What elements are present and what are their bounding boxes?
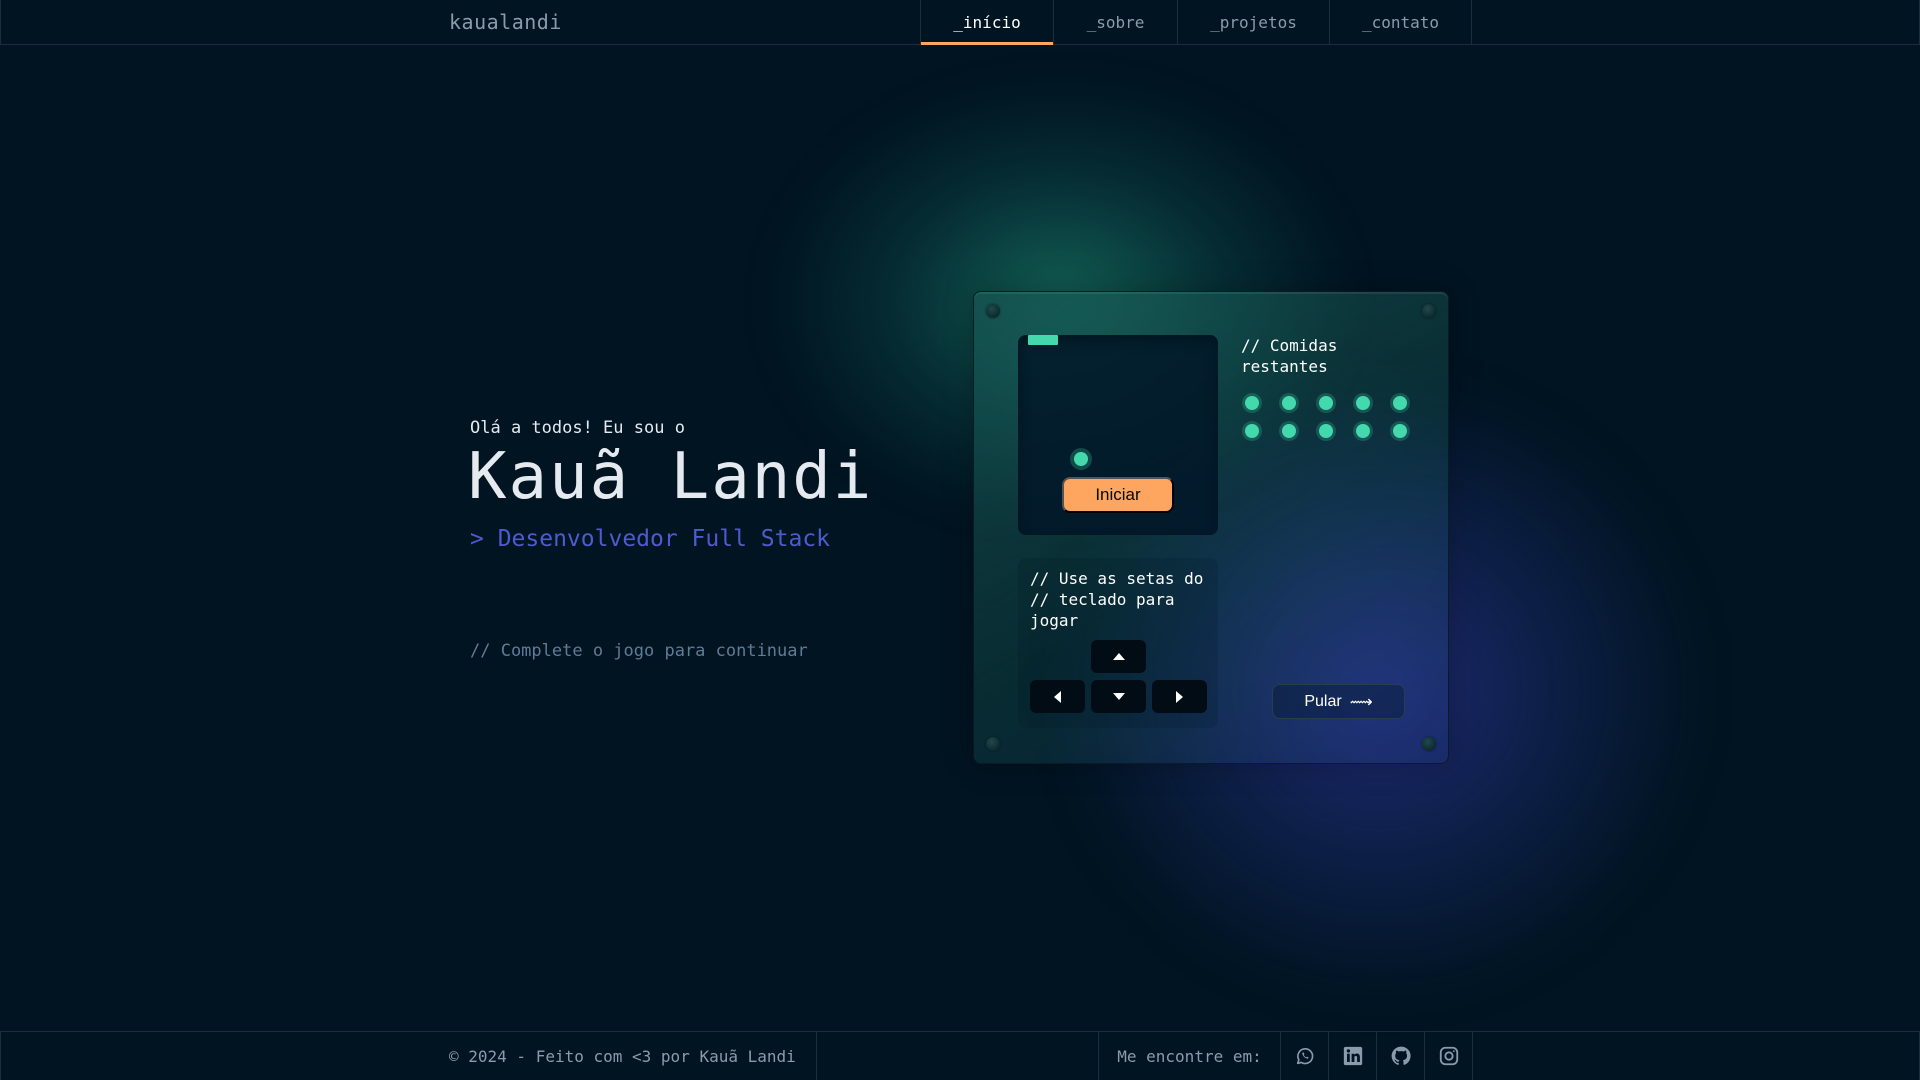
nav-tab-projetos[interactable]: _projetos: [1177, 0, 1329, 44]
screw-icon: [986, 737, 1000, 751]
squiggle-arrow-icon: ⟿: [1349, 693, 1373, 711]
food-item: [1282, 424, 1296, 438]
snake: [1028, 335, 1058, 345]
nav-tab-contato[interactable]: _contato: [1329, 0, 1472, 44]
linkedin-link[interactable]: [1329, 1032, 1377, 1080]
food-item: [1319, 424, 1333, 438]
food-item: [1245, 424, 1259, 438]
skip-button[interactable]: Pular ⟿: [1272, 684, 1405, 719]
github-link[interactable]: [1377, 1032, 1425, 1080]
food-item: [1393, 424, 1407, 438]
site-logo[interactable]: kaualandi: [449, 10, 562, 34]
screw-icon: [986, 304, 1000, 318]
food-item: [1393, 396, 1407, 410]
food-remaining-grid: [1245, 396, 1435, 438]
hero-name: Kauã Landi: [468, 440, 874, 514]
skip-label: Pular: [1304, 692, 1342, 710]
main-nav: _início _sobre _projetos _contato: [920, 0, 1472, 45]
food-dot: [1074, 452, 1088, 466]
hero-greeting: Olá a todos! Eu sou o: [470, 418, 685, 438]
instagram-link[interactable]: [1425, 1032, 1473, 1080]
snake-game-board: Iniciar // Use as setas do // teclado pa…: [973, 291, 1449, 764]
linkedin-icon: [1343, 1046, 1362, 1066]
arrow-right-key[interactable]: [1152, 680, 1207, 713]
screw-icon: [1422, 304, 1436, 318]
arrow-down-key[interactable]: [1091, 680, 1146, 713]
hero-hint: // Complete o jogo para continuar: [470, 641, 808, 661]
github-icon: [1391, 1046, 1411, 1065]
controls-instructions: // Use as setas do // teclado para jogar: [1030, 569, 1204, 630]
start-button[interactable]: Iniciar: [1062, 477, 1174, 513]
header: kaualandi _início _sobre _projetos _cont…: [0, 0, 1920, 45]
food-remaining-title: // Comidas restantes: [1241, 336, 1338, 376]
food-item: [1356, 424, 1370, 438]
food-item: [1319, 396, 1333, 410]
nav-tab-sobre[interactable]: _sobre: [1053, 0, 1177, 44]
footer: © 2024 - Feito com <3 por Kauã Landi Me …: [0, 1031, 1920, 1080]
arrow-right-icon: [1176, 690, 1183, 703]
arrow-down-icon: [1112, 693, 1125, 700]
arrow-up-key[interactable]: [1091, 640, 1146, 673]
social-links: [1281, 1032, 1473, 1080]
hero-role: > Desenvolvedor Full Stack: [470, 526, 831, 552]
whatsapp-link[interactable]: [1281, 1032, 1329, 1080]
social-label: Me encontre em:: [1098, 1032, 1281, 1080]
arrow-left-key[interactable]: [1030, 680, 1085, 713]
nav-tab-inicio[interactable]: _início: [920, 0, 1053, 45]
instagram-icon: [1439, 1046, 1458, 1066]
food-item: [1282, 396, 1296, 410]
controls-panel: // Use as setas do // teclado para jogar: [1018, 558, 1218, 728]
screw-icon: [1422, 737, 1436, 751]
food-item: [1356, 396, 1370, 410]
arrow-left-icon: [1054, 690, 1061, 703]
game-screen[interactable]: Iniciar: [1018, 335, 1218, 535]
food-item: [1245, 396, 1259, 410]
arrow-up-icon: [1112, 653, 1125, 660]
whatsapp-icon: [1296, 1048, 1313, 1065]
footer-copyright: © 2024 - Feito com <3 por Kauã Landi: [1, 1032, 817, 1080]
